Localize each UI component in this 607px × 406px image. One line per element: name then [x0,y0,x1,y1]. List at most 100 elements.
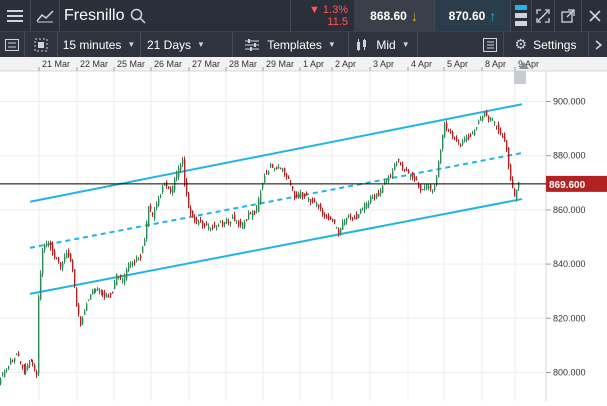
candle-body [104,292,106,298]
candle-body [2,373,4,375]
templates-icon [245,38,260,51]
candle-body [294,191,296,199]
candle-body [182,159,184,165]
candle-body [216,228,218,230]
candle-body [408,170,410,174]
candle-body [508,147,510,167]
settings-button[interactable]: ⚙ Settings [504,32,587,57]
candle-body [240,221,242,225]
candle-body [194,217,196,222]
candle-body [34,365,36,370]
candle-body [124,275,126,284]
candle-body [334,219,336,223]
candle-body [178,167,180,178]
candle-body [36,371,38,376]
candle-body [488,116,490,121]
collapse-icon[interactable] [589,32,607,57]
candle-body [120,274,122,278]
candle-body [416,178,418,180]
candle-body [390,175,392,177]
change-percent: ▼ 1.3% [308,3,348,16]
menu-icon[interactable] [0,0,30,31]
candle-body [126,269,128,279]
candle-body [18,353,20,356]
candle-body [400,163,402,166]
search-icon[interactable] [128,0,148,31]
candle-body [370,196,372,203]
list-icon[interactable] [0,32,24,57]
candle-body [466,136,468,141]
candle-body [440,150,442,163]
candle-body [458,141,460,143]
candle-body [8,366,10,369]
candle-body [264,176,266,183]
price-type-select[interactable]: Mid ▼ [349,32,417,57]
candle-body [284,167,286,176]
settings-label: Settings [533,37,577,52]
candle-body [514,189,516,197]
candle-body [252,210,254,217]
candle-body [99,289,101,293]
candle-body [470,135,472,137]
candle-body [196,219,198,222]
layout-icon[interactable] [478,32,502,57]
candle-body [52,244,54,255]
interval-label: 15 minutes [62,37,122,52]
candle-body [280,168,282,170]
candle-body [472,133,474,135]
candle-body [64,256,66,262]
close-icon[interactable] [582,0,607,31]
depth-icon[interactable] [511,0,531,31]
period-select[interactable]: 21 Days ▼ [141,32,231,57]
price-chart[interactable]: 21 Mar 22 Mar 25 Mar 26 Mar 27 Mar 28 Mar 29 M… [0,57,607,401]
candle-body [478,120,480,124]
candle-body [384,181,386,184]
candle-body [170,189,172,193]
candle-body [48,243,50,245]
price-label: 880.000 [553,151,586,161]
candle-body [516,189,518,200]
sell-price-button[interactable]: 868.60 ↓ [354,0,434,31]
candle-body [122,279,124,282]
buy-price-button[interactable]: 870.60 ↑ [435,0,510,31]
candle-body [362,207,364,209]
candle-body [212,226,214,228]
candle-body [356,214,358,220]
candle-body [142,246,144,253]
candle-body [6,370,8,372]
candle-body [412,172,414,178]
candle-body [344,220,346,225]
expand-icon[interactable] [532,0,554,31]
candle-body [348,215,350,217]
candle-body [154,209,156,219]
candle-body [148,205,150,226]
candle-body [174,178,176,191]
interval-select[interactable]: 15 minutes ▼ [58,32,140,57]
date-label: 29 Mar [266,59,294,69]
candle-body [430,184,432,190]
candle-body [162,186,164,193]
candle-body [58,258,60,262]
crosshair-icon[interactable] [25,32,57,57]
date-label: 26 Mar [154,59,182,69]
candle-body [424,187,426,189]
candle-body [90,294,92,300]
candle-body [50,242,52,249]
candle-body [80,317,82,326]
candle-body [490,117,492,121]
candle-body [282,168,284,171]
candle-body [358,214,360,219]
candle-body [29,361,31,366]
templates-button[interactable]: Templates ▼ [233,32,348,57]
candle-body [206,223,208,226]
popout-icon[interactable] [555,0,581,31]
candle-body [246,219,248,221]
candle-body [452,131,454,138]
chart-type-icon[interactable] [31,0,59,31]
candle-body [308,199,310,201]
candle-body [76,288,78,306]
candle-body [20,361,22,364]
candle-body [27,364,29,370]
candle-body [40,273,42,299]
buy-price: 870.60 [448,8,486,23]
